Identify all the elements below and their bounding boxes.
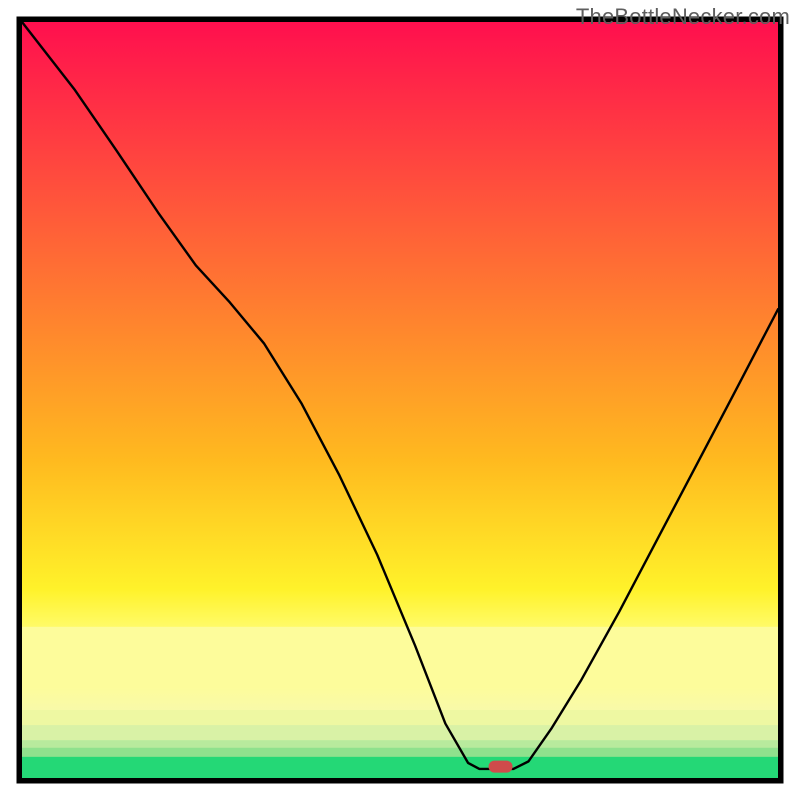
optimal-marker bbox=[489, 761, 513, 773]
watermark-label: TheBottleNecker.com bbox=[576, 4, 790, 30]
gradient-background bbox=[22, 22, 778, 779]
chart-container: TheBottleNecker.com bbox=[0, 0, 800, 800]
bottleneck-chart bbox=[0, 0, 800, 800]
